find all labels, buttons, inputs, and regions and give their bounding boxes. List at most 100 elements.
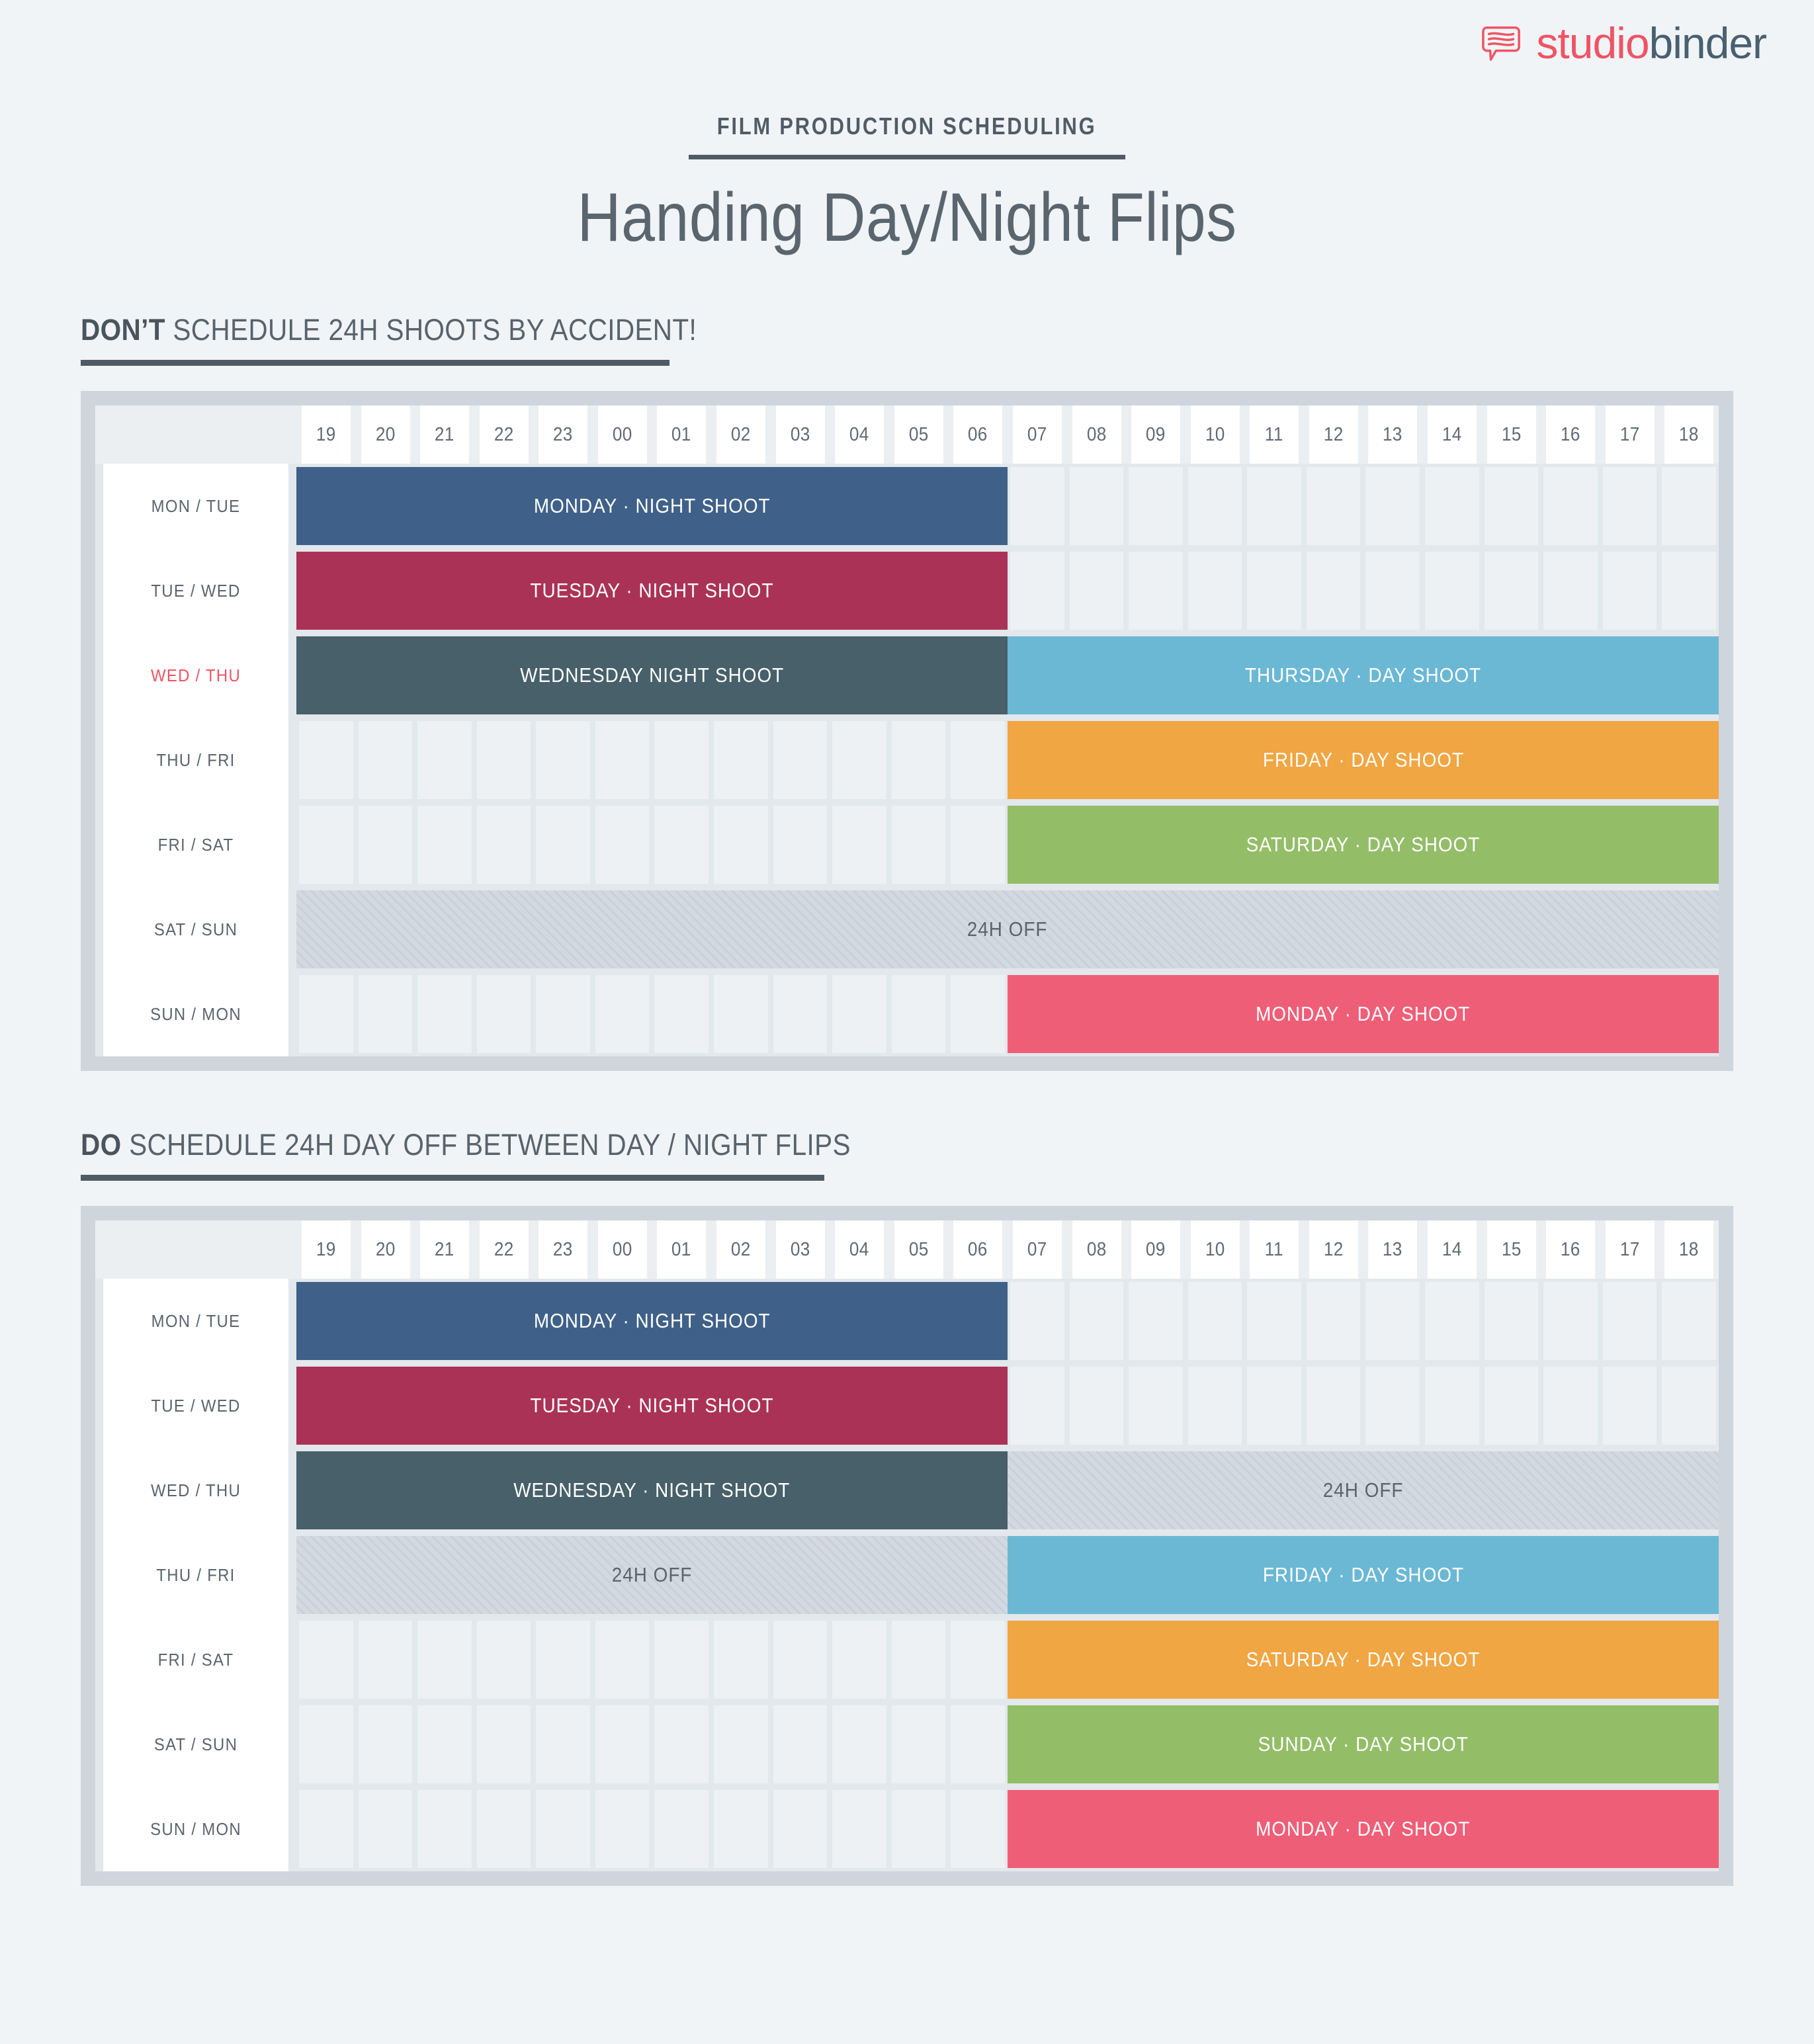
hour-cell[interactable] — [356, 802, 415, 887]
hour-cell[interactable] — [415, 1787, 474, 1871]
hour-cell[interactable] — [415, 718, 474, 802]
hour-cell[interactable] — [593, 1702, 652, 1787]
hour-cell[interactable] — [948, 802, 1008, 887]
hour-cell[interactable] — [533, 1787, 593, 1871]
hour-cell[interactable] — [889, 972, 949, 1056]
hour-cell[interactable] — [711, 802, 771, 887]
shoot-block[interactable]: WEDNESDAY · NIGHT SHOOT — [296, 1451, 1008, 1530]
hour-cell[interactable] — [652, 802, 711, 887]
hour-cell[interactable] — [296, 972, 356, 1056]
shoot-block[interactable]: SUNDAY · DAY SHOOT — [1008, 1705, 1719, 1784]
shoot-block[interactable]: TUESDAY · NIGHT SHOOT — [296, 1367, 1008, 1445]
hour-cell[interactable] — [1304, 464, 1363, 548]
hour-cell[interactable] — [1600, 1279, 1660, 1363]
shoot-block[interactable]: THURSDAY · DAY SHOOT — [1008, 636, 1719, 715]
hour-cell[interactable] — [948, 1787, 1008, 1871]
hour-cell[interactable] — [1244, 1279, 1304, 1363]
hour-cell[interactable] — [296, 802, 356, 887]
hour-cell[interactable] — [1422, 464, 1482, 548]
hour-cell[interactable] — [1541, 464, 1600, 548]
hour-cell[interactable] — [356, 972, 415, 1056]
hour-cell[interactable] — [593, 972, 652, 1056]
hour-cell[interactable] — [948, 718, 1008, 802]
hour-cell[interactable] — [1186, 1279, 1245, 1363]
hour-cell[interactable] — [830, 718, 889, 802]
hour-cell[interactable] — [1422, 1279, 1482, 1363]
hour-cell[interactable] — [474, 1787, 534, 1871]
hour-cell[interactable] — [1422, 548, 1482, 633]
hour-cell[interactable] — [1482, 464, 1541, 548]
hour-cell[interactable] — [771, 1787, 830, 1871]
hour-cell[interactable] — [1600, 464, 1660, 548]
hour-cell[interactable] — [1659, 1279, 1719, 1363]
hour-cell[interactable] — [1008, 1279, 1067, 1363]
hour-cell[interactable] — [652, 718, 711, 802]
hour-cell[interactable] — [474, 972, 534, 1056]
hour-cell[interactable] — [296, 1617, 356, 1702]
hour-cell[interactable] — [356, 718, 415, 802]
shoot-block[interactable]: WEDNESDAY NIGHT SHOOT — [296, 636, 1008, 715]
brand-logo[interactable]: studiobinder — [1481, 21, 1767, 65]
hour-cell[interactable] — [474, 1702, 534, 1787]
hour-cell[interactable] — [889, 718, 949, 802]
hour-cell[interactable] — [533, 1702, 593, 1787]
hour-cell[interactable] — [1008, 464, 1067, 548]
hour-cell[interactable] — [296, 1787, 356, 1871]
hour-cell[interactable] — [474, 802, 534, 887]
hour-cell[interactable] — [415, 1617, 474, 1702]
hour-cell[interactable] — [830, 972, 889, 1056]
hour-cell[interactable] — [771, 1617, 830, 1702]
hour-cell[interactable] — [889, 1617, 949, 1702]
hour-cell[interactable] — [296, 718, 356, 802]
hour-cell[interactable] — [1126, 1363, 1186, 1448]
shoot-block[interactable]: MONDAY · NIGHT SHOOT — [296, 467, 1008, 546]
hour-cell[interactable] — [1659, 1363, 1719, 1448]
hour-cell[interactable] — [1363, 1363, 1422, 1448]
hour-cell[interactable] — [830, 802, 889, 887]
hour-cell[interactable] — [830, 1702, 889, 1787]
day-off-block[interactable]: 24H OFF — [1008, 1451, 1719, 1530]
hour-cell[interactable] — [533, 802, 593, 887]
hour-cell[interactable] — [652, 1787, 711, 1871]
hour-cell[interactable] — [1008, 548, 1067, 633]
hour-cell[interactable] — [1244, 548, 1304, 633]
hour-cell[interactable] — [1067, 464, 1127, 548]
hour-cell[interactable] — [356, 1787, 415, 1871]
hour-cell[interactable] — [1186, 1363, 1245, 1448]
hour-cell[interactable] — [593, 1787, 652, 1871]
hour-cell[interactable] — [889, 1787, 949, 1871]
hour-cell[interactable] — [415, 1702, 474, 1787]
shoot-block[interactable]: FRIDAY · DAY SHOOT — [1008, 1536, 1719, 1615]
hour-cell[interactable] — [415, 802, 474, 887]
hour-cell[interactable] — [948, 972, 1008, 1056]
day-off-block[interactable]: 24H OFF — [296, 1536, 1008, 1615]
hour-cell[interactable] — [711, 718, 771, 802]
hour-cell[interactable] — [1600, 1363, 1660, 1448]
hour-cell[interactable] — [1067, 548, 1127, 633]
hour-cell[interactable] — [1126, 1279, 1186, 1363]
hour-cell[interactable] — [356, 1617, 415, 1702]
hour-cell[interactable] — [1304, 548, 1363, 633]
hour-cell[interactable] — [1541, 548, 1600, 633]
hour-cell[interactable] — [1244, 1363, 1304, 1448]
hour-cell[interactable] — [415, 972, 474, 1056]
hour-cell[interactable] — [1541, 1363, 1600, 1448]
hour-cell[interactable] — [593, 802, 652, 887]
hour-cell[interactable] — [1126, 548, 1186, 633]
hour-cell[interactable] — [1363, 1279, 1422, 1363]
hour-cell[interactable] — [474, 1617, 534, 1702]
hour-cell[interactable] — [1126, 464, 1186, 548]
hour-cell[interactable] — [948, 1617, 1008, 1702]
shoot-block[interactable]: MONDAY · DAY SHOOT — [1008, 1790, 1719, 1869]
hour-cell[interactable] — [1363, 464, 1422, 548]
hour-cell[interactable] — [652, 1702, 711, 1787]
hour-cell[interactable] — [889, 1702, 949, 1787]
hour-cell[interactable] — [1482, 548, 1541, 633]
shoot-block[interactable]: SATURDAY · DAY SHOOT — [1008, 1621, 1719, 1699]
hour-cell[interactable] — [652, 1617, 711, 1702]
hour-cell[interactable] — [771, 972, 830, 1056]
hour-cell[interactable] — [1659, 464, 1719, 548]
hour-cell[interactable] — [1422, 1363, 1482, 1448]
hour-cell[interactable] — [1244, 464, 1304, 548]
hour-cell[interactable] — [1067, 1363, 1127, 1448]
